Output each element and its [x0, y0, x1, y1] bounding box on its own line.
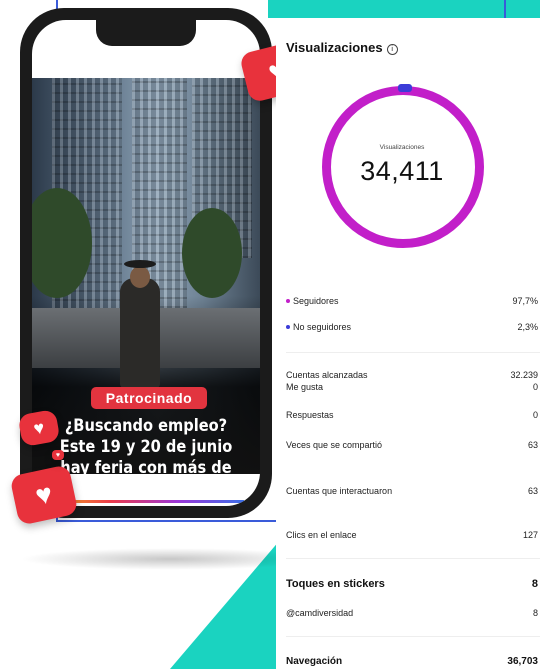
legend-label: No seguidores [293, 322, 352, 332]
stat-value: 8 [531, 578, 538, 590]
person-head [130, 266, 150, 288]
legend-label: Seguidores [293, 296, 339, 306]
legend-value: 2,3% [517, 322, 538, 332]
phone-notch [96, 20, 196, 46]
stat-row[interactable]: Cuentas que interactuaron 63 [286, 486, 540, 500]
stat-label: Veces que se compartió [286, 440, 383, 450]
stat-label: Navegación [286, 656, 343, 667]
stickers-row[interactable]: Toques en stickers 8 [286, 578, 540, 594]
sticker-item-row[interactable]: @camdiversidad 8 [286, 608, 540, 622]
stat-value: 0 [532, 382, 538, 392]
accent-line-horizontal [56, 520, 276, 522]
stat-value: 36,703 [507, 656, 538, 667]
sponsored-badge: Patrocinado [91, 387, 207, 409]
stat-label: Clics en el enlace [286, 530, 357, 540]
stat-value: 8 [532, 608, 538, 618]
stat-row[interactable]: Clics en el enlace 127 [286, 530, 540, 544]
stat-value: 127 [522, 530, 538, 540]
stat-label: Me gusta [286, 382, 324, 392]
stat-label: Toques en stickers [286, 578, 385, 590]
legend-dot [286, 325, 290, 329]
ring-segment-non-followers [398, 84, 412, 92]
stat-label: @camdiversidad [286, 608, 354, 618]
stat-label: Respuestas [286, 410, 334, 420]
phone-screen: Patrocinado ¿Buscando empleo? Este 19 y … [32, 20, 260, 506]
divider [286, 352, 540, 353]
stat-row[interactable]: Me gusta 0 [286, 382, 540, 396]
stat-row[interactable]: Veces que se compartió 63 [286, 440, 540, 454]
insights-panel: Visualizaciones i Visualizaciones 34,411 … [276, 18, 540, 669]
stat-value: 0 [532, 410, 538, 420]
person-hat [124, 260, 156, 268]
stat-label: Cuentas que interactuaron [286, 486, 393, 496]
teal-banner [268, 0, 540, 18]
divider [286, 558, 540, 559]
non-followers-row[interactable]: No seguidores 2,3% [286, 322, 540, 336]
legend-value: 97,7% [512, 296, 538, 306]
phone-shadow [20, 548, 320, 570]
stat-value: 32.239 [510, 370, 538, 380]
followers-row[interactable]: Seguidores 97,7% [286, 296, 540, 310]
stat-label: Cuentas alcanzadas [286, 370, 368, 380]
navigation-row[interactable]: Navegación 36,703 [286, 656, 540, 669]
stat-value: 63 [527, 440, 538, 450]
views-title: Visualizaciones i [286, 40, 398, 55]
post-image[interactable]: Patrocinado ¿Buscando empleo? Este 19 y … [32, 78, 260, 503]
phone-mockup: Patrocinado ¿Buscando empleo? Este 19 y … [20, 8, 272, 518]
person [120, 278, 160, 388]
tree [182, 208, 242, 298]
legend-dot [286, 299, 290, 303]
info-icon[interactable]: i [386, 44, 398, 55]
accent-line [504, 0, 506, 18]
ring-value: 34,411 [360, 156, 444, 186]
heart-icon: ♥ [52, 450, 64, 460]
post-headline: ¿Buscando empleo? Este 19 y 20 de junio … [59, 416, 233, 499]
stat-row[interactable]: Respuestas 0 [286, 410, 540, 424]
stat-value: 63 [527, 486, 538, 496]
ring-label: Visualizaciones [379, 144, 425, 151]
divider [286, 636, 540, 637]
